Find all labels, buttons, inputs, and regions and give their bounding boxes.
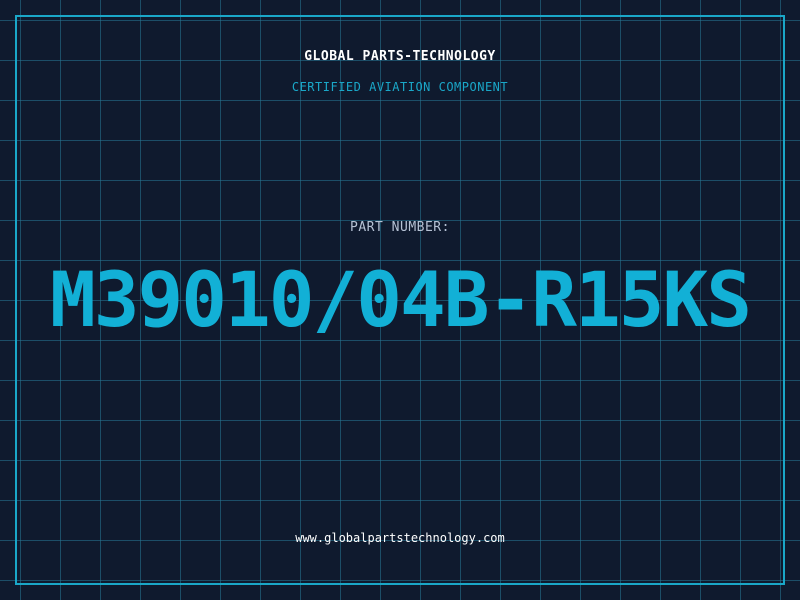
certification-tagline: CERTIFIED AVIATION COMPONENT [291, 80, 509, 94]
part-number-label: PART NUMBER: [350, 220, 450, 235]
part-number-value: M39010/04B-R15KS [49, 255, 752, 344]
blueprint-card: GLOBAL PARTS-TECHNOLOGY CERTIFIED AVIATI… [0, 0, 800, 600]
company-name: GLOBAL PARTS-TECHNOLOGY [304, 49, 496, 64]
website-url: www.globalpartstechnology.com [295, 531, 505, 545]
